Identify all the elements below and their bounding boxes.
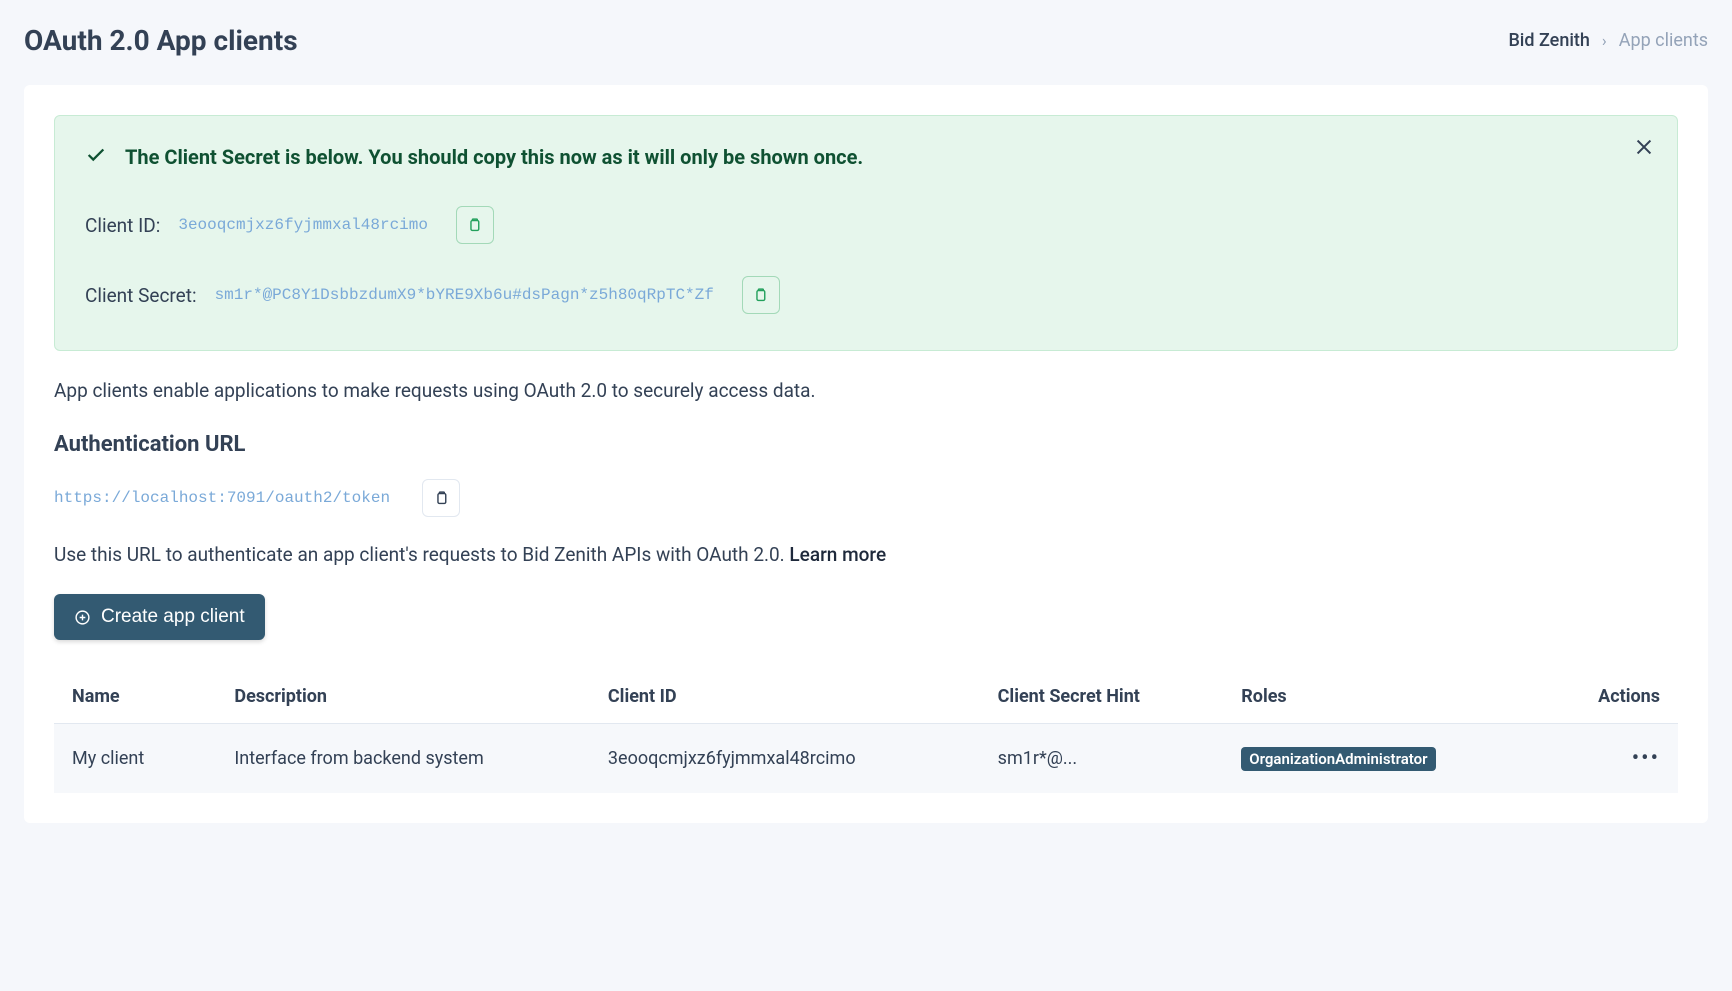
auth-help-text: Use this URL to authenticate an app clie… xyxy=(54,543,1678,566)
cell-secret-hint: sm1r*@... xyxy=(980,724,1224,794)
auth-url-title: Authentication URL xyxy=(54,432,1678,457)
create-button-label: Create app client xyxy=(101,606,245,628)
copy-auth-url-button[interactable] xyxy=(422,479,460,517)
main-card: The Client Secret is below. You should c… xyxy=(24,85,1708,823)
breadcrumb-parent[interactable]: Bid Zenith xyxy=(1508,30,1589,51)
cell-client-id: 3eooqcmjxz6fyjmmxal48rcimo xyxy=(590,724,980,794)
close-icon[interactable] xyxy=(1633,136,1655,162)
client-id-value: 3eooqcmjxz6fyjmmxal48rcimo xyxy=(178,216,428,234)
learn-more-link[interactable]: Learn more xyxy=(789,543,886,566)
create-app-client-button[interactable]: Create app client xyxy=(54,594,265,640)
check-icon xyxy=(85,144,107,170)
col-client-id: Client ID xyxy=(590,670,980,724)
breadcrumb-current: App clients xyxy=(1619,30,1708,51)
cell-roles: OrganizationAdministrator xyxy=(1223,724,1515,794)
auth-help-text-body: Use this URL to authenticate an app clie… xyxy=(54,543,789,566)
row-actions-menu[interactable]: ••• xyxy=(1632,746,1660,771)
client-id-label: Client ID: xyxy=(85,214,160,237)
description-text: App clients enable applications to make … xyxy=(54,379,1678,402)
cell-description: Interface from backend system xyxy=(216,724,590,794)
col-actions: Actions xyxy=(1516,670,1678,724)
chevron-right-icon: › xyxy=(1602,31,1607,50)
col-name: Name xyxy=(54,670,216,724)
col-roles: Roles xyxy=(1223,670,1515,724)
col-description: Description xyxy=(216,670,590,724)
table-row: My client Interface from backend system … xyxy=(54,724,1678,794)
alert-title: The Client Secret is below. You should c… xyxy=(125,145,863,169)
auth-url-value: https://localhost:7091/oauth2/token xyxy=(54,489,390,507)
col-secret-hint: Client Secret Hint xyxy=(980,670,1224,724)
breadcrumb: Bid Zenith › App clients xyxy=(1508,30,1708,51)
plus-circle-icon xyxy=(74,609,91,626)
client-secret-alert: The Client Secret is below. You should c… xyxy=(54,115,1678,351)
client-secret-value: sm1r*@PC8Y1DsbbzdumX9*bYRE9Xb6u#dsPagn*z… xyxy=(215,286,714,304)
client-secret-label: Client Secret: xyxy=(85,284,197,307)
page-title: OAuth 2.0 App clients xyxy=(24,24,298,57)
app-clients-table: Name Description Client ID Client Secret… xyxy=(54,670,1678,793)
role-badge: OrganizationAdministrator xyxy=(1241,747,1435,771)
copy-client-id-button[interactable] xyxy=(456,206,494,244)
copy-client-secret-button[interactable] xyxy=(742,276,780,314)
more-icon: ••• xyxy=(1632,746,1660,771)
cell-name: My client xyxy=(54,724,216,794)
